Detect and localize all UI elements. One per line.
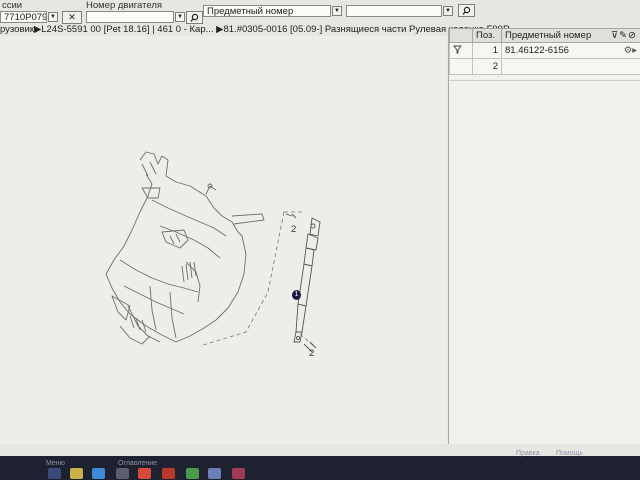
callout-1-highlighted[interactable]: 1 [292,290,301,300]
vehicle-label: ссии [2,0,23,11]
close-icon: ✕ [68,12,76,22]
browser-icon[interactable] [92,468,105,479]
row-number: 81.46122-6156 ⚙▸ [501,42,640,59]
number-column-header[interactable]: Предметный номер ⊽✎⊘ [501,28,640,43]
subject-search-button[interactable] [458,4,475,17]
folder-icon[interactable] [70,468,83,479]
row-number [501,58,640,75]
vehicle-field[interactable]: 7710P079 [0,11,47,23]
table-row[interactable]: 2 [449,58,640,75]
pos-column-header[interactable]: Поз. [472,28,502,43]
chevron-down-icon: ▼ [50,14,56,20]
callout-2-top[interactable]: 2 [291,224,296,235]
chevron-down-icon: ▼ [445,8,451,14]
engine-number-field[interactable] [86,11,174,23]
table-row[interactable]: 1 81.46122-6156 ⚙▸ [449,42,640,59]
parts-table: Поз. Предметный номер ⊽✎⊘ 1 81.46122-615… [449,28,640,75]
app-icon[interactable] [116,468,129,479]
row-pos: 2 [472,58,502,75]
subject-number-field[interactable]: Предметный номер [203,5,331,17]
clear-button[interactable]: ✕ [62,11,82,24]
taskbar-contents-item[interactable]: Оглавление [118,460,157,467]
chevron-down-icon: ▼ [177,14,183,20]
funnel-icon [453,45,462,53]
search-icon [190,13,199,22]
engine-search-button[interactable] [186,11,203,24]
steering-column-diagram [105,151,321,353]
taskbar: Меню Оглавление Правка Помощь [0,450,640,480]
row-part-number[interactable]: 81.46122-6156 [505,45,569,56]
parts-list-panel: Поз. Предметный номер ⊽✎⊘ 1 81.46122-615… [448,28,640,444]
parts-drawing-area[interactable]: 2 1 2 [0,36,447,444]
search-icon [462,6,471,15]
vehicle-dropdown-button[interactable]: ▼ [48,12,58,22]
taskbar-menu-item[interactable]: Меню [46,460,65,467]
value-dropdown-button[interactable]: ▼ [443,6,453,16]
row-filter-icon[interactable] [449,42,473,59]
breadcrumb[interactable]: рузовик▶L24S-5591 00 [Pet 18.16] | 461 0… [0,24,518,35]
catalog-icon[interactable] [208,468,221,479]
row-pos: 1 [472,42,502,59]
filter-column-header[interactable] [449,28,473,43]
media-icon[interactable] [232,468,245,479]
taskbar-edit-item[interactable]: Правка [516,450,540,457]
row-filter-cell [449,58,473,75]
taskbar-help-item[interactable]: Помощь [556,450,583,457]
subject-dropdown-button[interactable]: ▼ [332,6,342,16]
spreadsheet-icon[interactable] [186,468,199,479]
number-column-label: Предметный номер [505,30,592,41]
app-window: ссии 7710P079 ▼ ✕ Номер двигателя ▼ Пред… [0,0,640,480]
row-actions-icon[interactable]: ⚙▸ [624,45,637,56]
column-tools-icon[interactable]: ⊽✎⊘ [611,30,637,41]
subject-value-field[interactable] [346,5,442,17]
opera-icon[interactable] [138,468,151,479]
parts-table-header: Поз. Предметный номер ⊽✎⊘ [449,28,640,43]
start-icon[interactable] [48,468,61,479]
panel-divider [449,80,640,81]
pdf-icon[interactable] [162,468,175,479]
engine-label: Номер двигателя [86,0,163,11]
chevron-down-icon: ▼ [334,8,340,14]
callout-2-bottom[interactable]: 2 [309,348,314,359]
engine-dropdown-button[interactable]: ▼ [175,12,185,22]
